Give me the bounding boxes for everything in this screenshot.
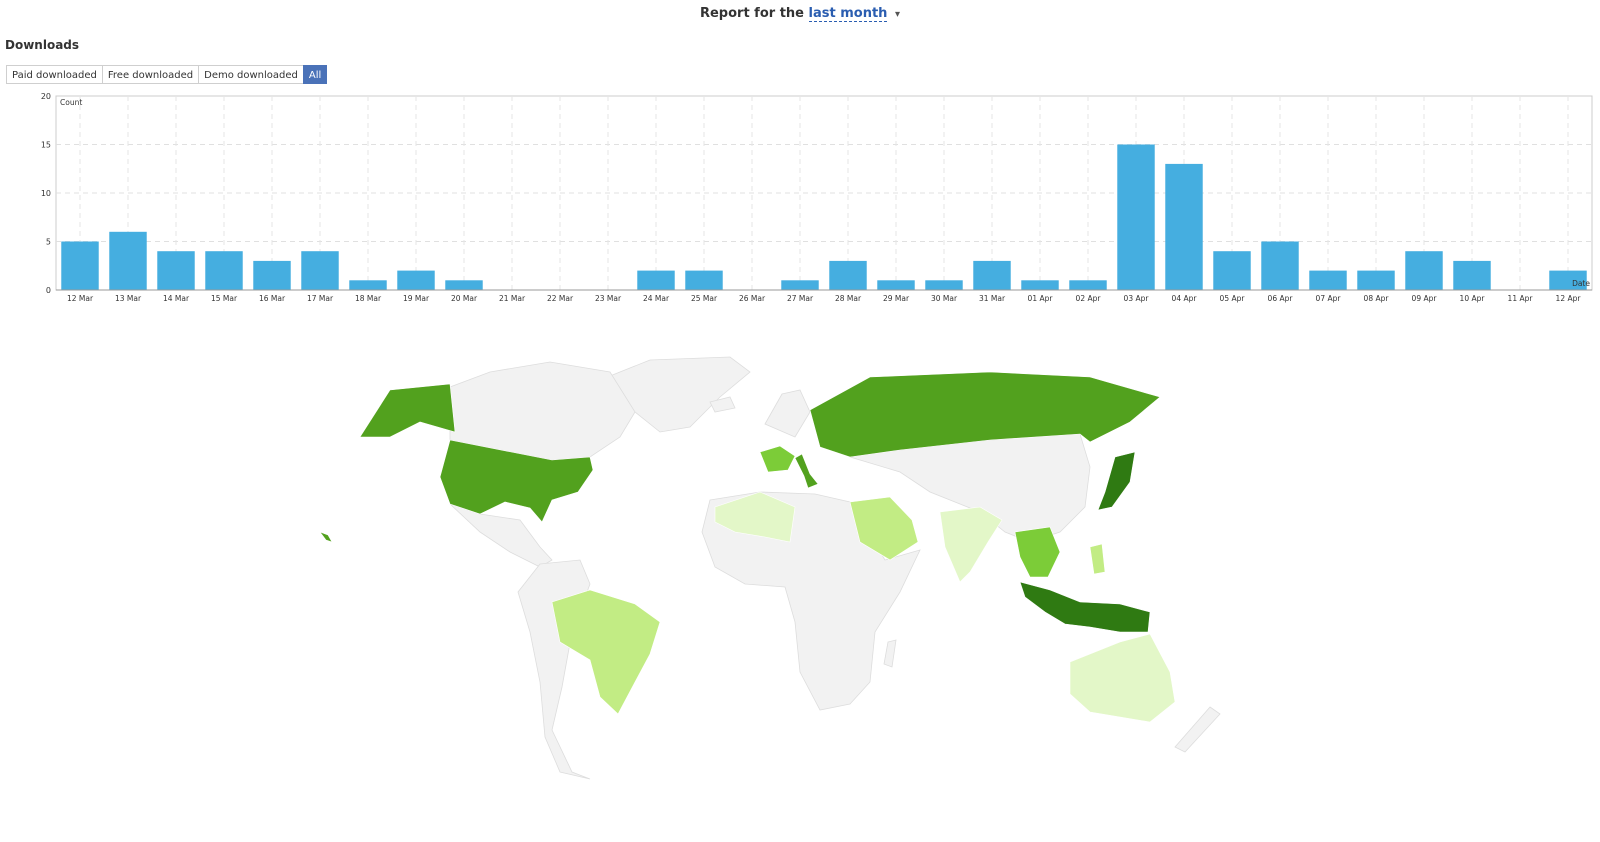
filter-free-button[interactable]: Free downloaded: [101, 65, 200, 84]
x-tick-label: 23 Mar: [595, 294, 622, 303]
x-tick-label: 10 Apr: [1460, 294, 1486, 303]
bar: [253, 260, 291, 290]
x-tick-label: 26 Mar: [739, 294, 766, 303]
x-tick-label: 22 Mar: [547, 294, 574, 303]
map-region-europe-nordic: [764, 389, 811, 438]
caret-down-icon[interactable]: ▾: [895, 9, 900, 20]
x-tick-label: 02 Apr: [1076, 294, 1102, 303]
bar: [61, 241, 99, 290]
filter-paid-button[interactable]: Paid downloaded: [6, 65, 103, 84]
x-tick-label: 07 Apr: [1316, 294, 1342, 303]
bar: [637, 270, 675, 290]
x-tick-label: 16 Mar: [259, 294, 286, 303]
bar: [349, 280, 387, 290]
bar: [1261, 241, 1299, 290]
x-tick-label: 01 Apr: [1028, 294, 1054, 303]
map-region-japan: [1097, 451, 1136, 511]
bar: [781, 280, 819, 290]
y-tick-label: 10: [41, 189, 51, 198]
x-tick-label: 05 Apr: [1220, 294, 1246, 303]
map-region-hawaii: [319, 531, 333, 543]
y-tick-label: 5: [46, 238, 51, 247]
y-tick-label: 20: [41, 92, 51, 101]
x-tick-label: 20 Mar: [451, 294, 478, 303]
map-region-india: [939, 506, 1003, 583]
x-tick-label: 06 Apr: [1268, 294, 1294, 303]
bar: [1069, 280, 1107, 290]
filter-all-button[interactable]: All: [302, 65, 328, 84]
y-tick-label: 15: [41, 141, 51, 150]
bar: [1021, 280, 1059, 290]
x-tick-label: 13 Mar: [115, 294, 142, 303]
bar: [205, 251, 243, 290]
x-tick-label: 08 Apr: [1364, 294, 1390, 303]
map-region-australia: [1069, 633, 1176, 723]
bar: [1357, 270, 1395, 290]
x-tick-label: 18 Mar: [355, 294, 382, 303]
x-tick-label: 28 Mar: [835, 294, 862, 303]
x-tick-label: 31 Mar: [979, 294, 1006, 303]
bar: [1405, 251, 1443, 290]
x-tick-label: 03 Apr: [1124, 294, 1150, 303]
bar: [925, 280, 963, 290]
bar: [685, 270, 723, 290]
x-tick-label: 25 Mar: [691, 294, 718, 303]
x-tick-label: 27 Mar: [787, 294, 814, 303]
x-tick-label: 11 Apr: [1508, 294, 1534, 303]
map-region-philippines: [1089, 543, 1106, 575]
x-tick-label: 14 Mar: [163, 294, 190, 303]
world-map: [319, 356, 1221, 780]
map-region-new-zealand: [1174, 706, 1221, 753]
x-tick-label: 30 Mar: [931, 294, 958, 303]
x-tick-label: 21 Mar: [499, 294, 526, 303]
map-region-france: [759, 445, 796, 473]
map-region-italy: [794, 453, 819, 489]
report-header: Report for the last month ▾: [0, 6, 1600, 22]
y-tick-label: 0: [46, 286, 51, 295]
bar: [1213, 251, 1251, 290]
bar: [445, 280, 483, 290]
map-region-madagascar: [883, 639, 897, 668]
bar: [1453, 260, 1491, 290]
bar: [973, 260, 1011, 290]
bar: [1117, 144, 1155, 290]
bar: [1165, 163, 1203, 290]
map-region-alaska: [359, 383, 456, 438]
period-dropdown[interactable]: last month: [808, 6, 888, 22]
map-region-indonesia: [1019, 581, 1151, 633]
x-tick-label: 12 Mar: [67, 294, 94, 303]
bar: [397, 270, 435, 290]
x-tick-label: 29 Mar: [883, 294, 910, 303]
downloads-chart: 0 5 10 15 20 12 Mar 13 Mar 14 Mar 15 Mar 16 Mar 17…: [41, 92, 1593, 303]
y-axis-label: Count: [60, 98, 82, 107]
bar: [157, 251, 195, 290]
bar: [109, 231, 147, 290]
x-axis-label: Date: [1572, 279, 1590, 288]
bar: [1309, 270, 1347, 290]
bar: [829, 260, 867, 290]
bar: [301, 251, 339, 290]
x-tick-label: 19 Mar: [403, 294, 430, 303]
map-region-south-america-north: [517, 559, 591, 780]
filter-bar: Paid downloaded Free downloaded Demo dow…: [6, 65, 328, 84]
x-tick-label: 09 Apr: [1412, 294, 1438, 303]
x-tick-label: 24 Mar: [643, 294, 670, 303]
x-tick-label: 12 Apr: [1556, 294, 1582, 303]
report-prefix: Report for the: [699, 6, 804, 21]
map-region-indochina: [1014, 526, 1061, 578]
x-tick-label: 17 Mar: [307, 294, 334, 303]
section-title: Downloads: [5, 38, 80, 52]
x-tick-label: 15 Mar: [211, 294, 238, 303]
x-tick-label: 04 Apr: [1172, 294, 1198, 303]
bar: [877, 280, 915, 290]
filter-demo-button[interactable]: Demo downloaded: [198, 65, 304, 84]
